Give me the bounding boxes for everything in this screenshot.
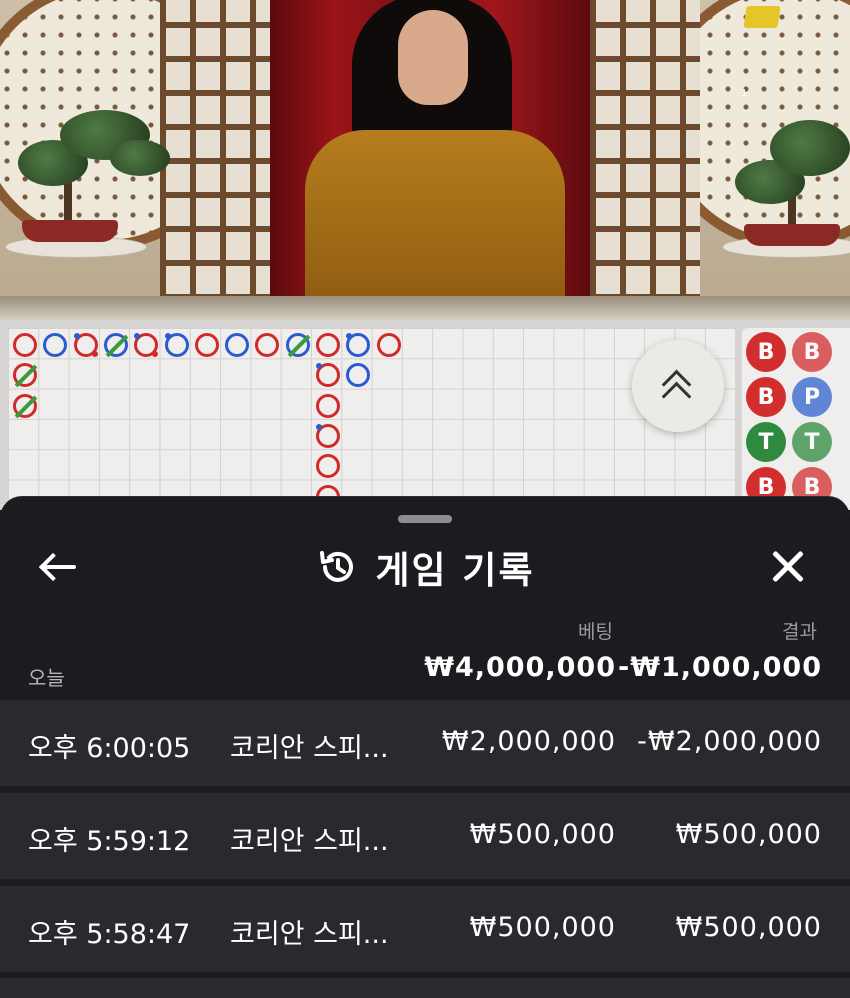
row-time: 오후 5:59:12 (28, 826, 191, 857)
bonsai-leaves (110, 140, 170, 176)
history-row[interactable]: 오후 5:58:47 코리안 스피... ₩500,000 ₩500,000 (0, 886, 850, 972)
big-road-marker (343, 330, 373, 360)
row-time: 오후 6:00:05 (28, 733, 191, 764)
sheet-header: 게임 기록 (0, 543, 850, 592)
live-video: 1 (0, 0, 850, 320)
big-road-marker (313, 330, 343, 360)
history-row[interactable]: 오후 6:00:05 코리안 스피... ₩2,000,000 -₩2,000,… (0, 700, 850, 786)
big-road-marker (40, 330, 70, 360)
big-road-marker (162, 330, 192, 360)
big-road-marker (374, 330, 404, 360)
big-road-marker (192, 330, 222, 360)
dealer-face (398, 10, 468, 105)
bead-road: BBBPTTBB (742, 328, 850, 510)
row-game: 코리안 스피... (230, 919, 389, 950)
mini-counter: 1 (741, 88, 748, 99)
sheet-grabber[interactable] (398, 515, 452, 523)
close-button[interactable] (766, 545, 810, 589)
row-game: 코리안 스피... (230, 826, 389, 857)
row-bet: ₩500,000 (469, 912, 616, 943)
history-icon (320, 551, 354, 582)
row-game: 코리안 스피... (230, 733, 389, 764)
big-road-marker (10, 360, 40, 390)
game-history-sheet: 게임 기록 베팅 결과 오늘 ₩4,000,000 -₩1,000,000 오후… (0, 496, 850, 998)
table-edge (0, 296, 850, 320)
bead-road-marker: B (792, 332, 832, 372)
big-road-marker (252, 330, 282, 360)
bead-road-marker: B (746, 332, 786, 372)
big-road-marker (131, 330, 161, 360)
bead-road-marker: P (792, 377, 832, 417)
big-road-marker (313, 360, 343, 390)
lattice-right (590, 0, 700, 300)
row-result: -₩2,000,000 (637, 726, 822, 757)
column-header-result: 결과 (782, 621, 817, 643)
big-road-marker (101, 330, 131, 360)
summary-label: 오늘 (28, 666, 65, 690)
sheet-title: 게임 기록 (375, 549, 535, 592)
big-road-marker (10, 391, 40, 421)
bead-road-marker: T (792, 422, 832, 462)
big-road-marker (313, 421, 343, 451)
roadmap-panel (0, 320, 850, 510)
summary-bet: ₩4,000,000 (424, 652, 616, 683)
big-road-marker (10, 330, 40, 360)
column-header-bet: 베팅 (578, 621, 613, 643)
expand-roadmap-button[interactable] (632, 340, 724, 432)
row-bet: ₩2,000,000 (441, 726, 616, 757)
big-road (8, 328, 736, 510)
summary-result: -₩1,000,000 (617, 652, 822, 683)
big-road-marker (343, 360, 373, 390)
history-row-partial[interactable] (0, 978, 850, 998)
row-bet: ₩500,000 (469, 819, 616, 850)
dealer-body (305, 130, 565, 320)
bonsai-pot-right (744, 224, 840, 246)
bonsai-pot-left (22, 220, 118, 242)
big-road-marker (71, 330, 101, 360)
bead-road-marker: B (746, 377, 786, 417)
yellow-marker (743, 6, 781, 28)
row-time: 오후 5:58:47 (28, 919, 191, 950)
big-road-marker (313, 451, 343, 481)
bead-road-marker: T (746, 422, 786, 462)
bonsai-leaves (770, 120, 850, 176)
history-row[interactable]: 오후 5:59:12 코리안 스피... ₩500,000 ₩500,000 (0, 793, 850, 879)
lattice-left (160, 0, 270, 300)
big-road-marker (283, 330, 313, 360)
row-result: ₩500,000 (675, 819, 822, 850)
big-road-marker (313, 391, 343, 421)
big-road-marker (222, 330, 252, 360)
row-result: ₩500,000 (675, 912, 822, 943)
